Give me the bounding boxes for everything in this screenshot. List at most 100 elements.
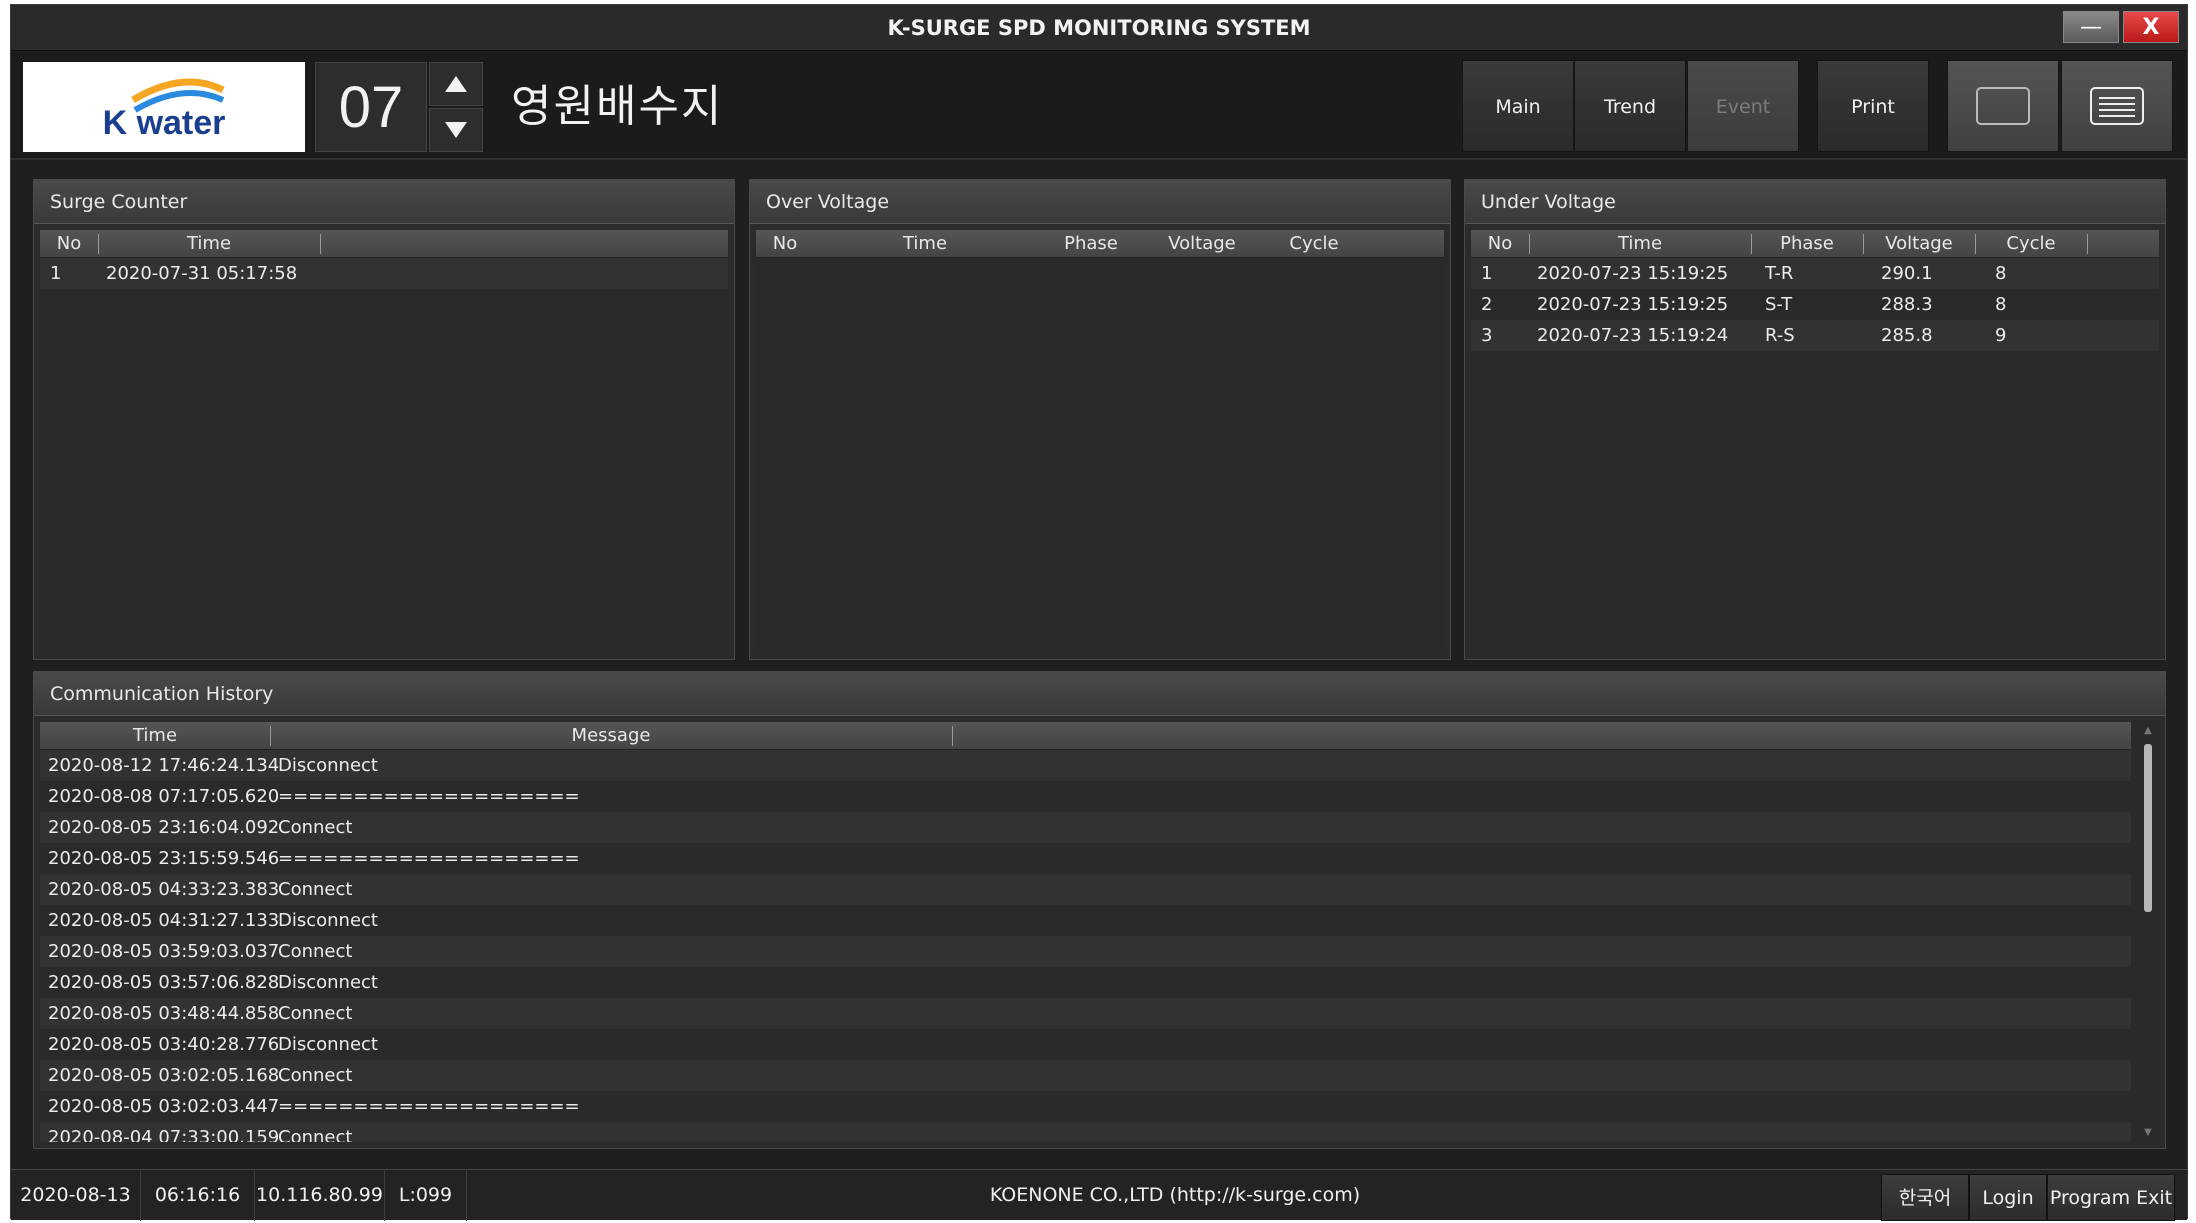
- cell-time: 2020-07-31 05:17:58: [106, 263, 298, 284]
- column-header[interactable]: No: [40, 230, 98, 258]
- station-up-button[interactable]: [429, 62, 483, 106]
- window-mode-button[interactable]: [1947, 60, 2059, 152]
- table-row[interactable]: 2020-08-04 07:33:00.159 Connect: [40, 1122, 2131, 1142]
- cell-message: Connect: [278, 817, 353, 838]
- cell-no: 3: [1481, 325, 1493, 346]
- table-row[interactable]: 2020-08-05 23:16:04.092 Connect: [40, 812, 2131, 843]
- kwater-logo: K water: [23, 62, 305, 152]
- table-row[interactable]: 2020-08-05 03:02:05.168 Connect: [40, 1060, 2131, 1091]
- title-bar: K-SURGE SPD MONITORING SYSTEM — X: [11, 5, 2187, 51]
- column-header[interactable]: Time: [1529, 230, 1751, 258]
- cell-time: 2020-08-05 23:15:59.546: [48, 848, 280, 869]
- communication-history-list[interactable]: 2020-08-12 17:46:24.134 Disconnect 2020-08…: [40, 750, 2131, 1142]
- table-row[interactable]: 3 2020-07-23 15:19:24 R-S 285.8 9: [1471, 320, 2159, 351]
- cell-message: Connect: [278, 1003, 353, 1024]
- app-window: K-SURGE SPD MONITORING SYSTEM — X K wate…: [10, 4, 2188, 1221]
- panel-title: Surge Counter: [34, 180, 734, 224]
- main-button[interactable]: Main: [1462, 60, 1574, 152]
- cell-time: 2020-08-05 03:02:05.168: [48, 1065, 280, 1086]
- cell-voltage: 285.8: [1881, 325, 1933, 346]
- table-row[interactable]: 1 2020-07-31 05:17:58: [40, 258, 728, 289]
- scroll-down-icon[interactable]: ▼: [2141, 1126, 2155, 1140]
- panel-title: Communication History: [34, 672, 2165, 716]
- cell-message: Disconnect: [278, 1034, 378, 1055]
- close-button[interactable]: X: [2123, 11, 2179, 43]
- column-header[interactable]: No: [1471, 230, 1529, 258]
- cell-phase: T-R: [1765, 263, 1794, 284]
- cell-time: 2020-08-05 04:33:23.383: [48, 879, 280, 900]
- window-icon: [1976, 87, 2030, 125]
- under-voltage-table: No Time Phase Voltage Cycle 1 2020-07-23…: [1471, 230, 2159, 653]
- arrow-down-icon: [445, 122, 467, 138]
- table-header: Time Message: [40, 722, 2131, 750]
- status-level: L:099: [385, 1170, 467, 1221]
- cell-message: Disconnect: [278, 910, 378, 931]
- table-row[interactable]: 2020-08-05 03:40:28.776 Disconnect: [40, 1029, 2131, 1060]
- menu-button[interactable]: [2061, 60, 2173, 152]
- cell-time: 2020-08-08 07:17:05.620: [48, 786, 280, 807]
- column-header[interactable]: Voltage: [1146, 230, 1258, 258]
- cell-phase: S-T: [1765, 294, 1793, 315]
- cell-message: ====================: [278, 848, 580, 869]
- cell-phase: R-S: [1765, 325, 1795, 346]
- cell-message: Connect: [278, 879, 353, 900]
- cell-time: 2020-08-05 03:59:03.037: [48, 941, 280, 962]
- column-header[interactable]: Voltage: [1863, 230, 1975, 258]
- column-header[interactable]: Time: [814, 230, 1036, 258]
- cell-cycle: 8: [1995, 294, 2007, 315]
- scroll-up-icon[interactable]: ▲: [2141, 724, 2155, 738]
- cell-time: 2020-08-05 23:16:04.092: [48, 817, 280, 838]
- cell-message: Connect: [278, 1127, 353, 1142]
- company-info: KOENONE CO.,LTD (http://k-surge.com): [989, 1184, 1361, 1206]
- print-button[interactable]: Print: [1817, 60, 1929, 152]
- table-row[interactable]: 2020-08-05 04:33:23.383 Connect: [40, 874, 2131, 905]
- cell-time: 2020-08-05 03:48:44.858: [48, 1003, 280, 1024]
- column-header[interactable]: No: [756, 230, 814, 258]
- column-header[interactable]: Cycle: [1975, 230, 2087, 258]
- table-row[interactable]: 2020-08-12 17:46:24.134 Disconnect: [40, 750, 2131, 781]
- station-down-button[interactable]: [429, 108, 483, 152]
- table-row[interactable]: 2020-08-08 07:17:05.620 =================…: [40, 781, 2131, 812]
- cell-no: 2: [1481, 294, 1493, 315]
- cell-time: 2020-07-23 15:19:24: [1537, 325, 1729, 346]
- table-header: No Time Phase Voltage Cycle: [1471, 230, 2159, 258]
- table-row[interactable]: 2020-08-05 23:15:59.546 =================…: [40, 843, 2131, 874]
- panel-title: Under Voltage: [1465, 180, 2165, 224]
- cell-message: ====================: [278, 786, 580, 807]
- login-button[interactable]: Login: [1969, 1174, 2047, 1221]
- table-header: No Time Phase Voltage Cycle: [756, 230, 1444, 258]
- table-row[interactable]: 2020-08-05 03:59:03.037 Connect: [40, 936, 2131, 967]
- column-header[interactable]: Message: [270, 722, 952, 750]
- status-bar: 2020-08-13 06:16:16 10.116.80.99 L:099 K…: [11, 1169, 2187, 1221]
- minimize-button[interactable]: —: [2063, 11, 2119, 43]
- program-exit-button[interactable]: Program Exit: [2047, 1174, 2175, 1221]
- cell-time: 2020-07-23 15:19:25: [1537, 263, 1729, 284]
- language-button[interactable]: 한국어: [1881, 1174, 1969, 1221]
- trend-button[interactable]: Trend: [1574, 60, 1686, 152]
- under-voltage-panel: Under Voltage No Time Phase Voltage Cycl…: [1464, 179, 2166, 660]
- over-voltage-table: No Time Phase Voltage Cycle: [756, 230, 1444, 653]
- event-button[interactable]: Event: [1687, 60, 1799, 152]
- column-header[interactable]: Time: [98, 230, 320, 258]
- table-row[interactable]: 2020-08-05 03:02:03.447 =================…: [40, 1091, 2131, 1122]
- cell-no: 1: [50, 263, 62, 284]
- table-row[interactable]: 2 2020-07-23 15:19:25 S-T 288.3 8: [1471, 289, 2159, 320]
- cell-time: 2020-08-05 04:31:27.133: [48, 910, 280, 931]
- column-header[interactable]: Phase: [1751, 230, 1863, 258]
- status-time: 06:16:16: [141, 1170, 255, 1221]
- status-date: 2020-08-13: [11, 1170, 141, 1221]
- cell-time: 2020-08-05 03:57:06.828: [48, 972, 280, 993]
- column-header[interactable]: Cycle: [1258, 230, 1370, 258]
- column-header[interactable]: Time: [40, 722, 270, 750]
- table-row[interactable]: 2020-08-05 03:57:06.828 Disconnect: [40, 967, 2131, 998]
- table-row[interactable]: 2020-08-05 03:48:44.858 Connect: [40, 998, 2131, 1029]
- cell-message: Disconnect: [278, 972, 378, 993]
- cell-no: 1: [1481, 263, 1493, 284]
- surge-counter-panel: Surge Counter No Time 1 2020-07-31 05:17…: [33, 179, 735, 660]
- table-row[interactable]: 2020-08-05 04:31:27.133 Disconnect: [40, 905, 2131, 936]
- scroll-thumb[interactable]: [2144, 744, 2152, 912]
- menu-icon: [2090, 87, 2144, 125]
- table-row[interactable]: 1 2020-07-23 15:19:25 T-R 290.1 8: [1471, 258, 2159, 289]
- column-header[interactable]: Phase: [1036, 230, 1146, 258]
- scrollbar[interactable]: ▲ ▼: [2141, 724, 2155, 1140]
